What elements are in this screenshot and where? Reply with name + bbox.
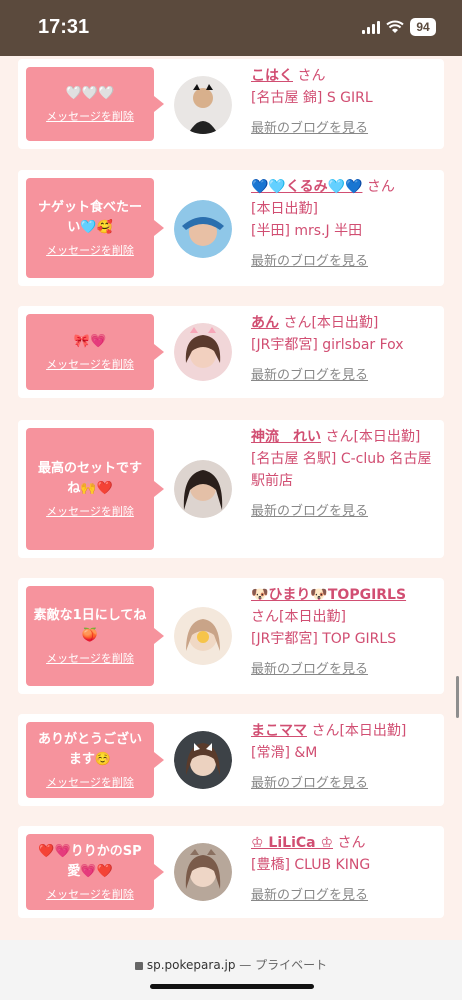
profile-info: ♔ LiLiCa ♔ さん [豊橋] CLUB KING 最新のブログを見る [251, 832, 437, 903]
latest-blog-link[interactable]: 最新のブログを見る [251, 250, 368, 269]
message-text: ❤️💗りりかのSP愛💗❤️ [38, 844, 142, 879]
status-bar: 17:31 94 [0, 0, 462, 56]
latest-blog-link[interactable]: 最新のブログを見る [251, 500, 368, 519]
honorific: さん [311, 723, 340, 739]
shop-area: [豊橋] CLUB KING [251, 857, 371, 873]
honorific: さん [366, 179, 395, 195]
profile-info: 🐶ひまり🐶TOPGIRLS さん[本日出勤] [JR宇都宮] TOP GIRLS… [251, 584, 437, 677]
message-text: 🤍🤍🤍 [65, 86, 115, 101]
today-badge: [本日出勤] [279, 609, 346, 625]
message-text: 🎀💗 [73, 334, 107, 349]
today-badge: [本日出勤] [339, 723, 407, 739]
message-text: 最高のセットですね🙌❤️ [37, 461, 142, 496]
shop-area: [JR宇都宮] girlsbar Fox [251, 337, 404, 353]
message-card: 🤍🤍🤍 メッセージを削除 こはく さん [名古屋 錦] S GIRL 最新のブロ… [18, 59, 444, 149]
address-bar[interactable]: sp.pokepara.jp — プライベート [0, 956, 462, 973]
honorific: さん [297, 68, 326, 84]
message-card: 最高のセットですね🙌❤️ メッセージを削除 神流 れい さん[本日出勤] [名古… [18, 420, 444, 558]
message-card: 🎀💗 メッセージを削除 あん さん[本日出勤] [JR宇都宮] girlsbar… [18, 306, 444, 398]
avatar[interactable] [174, 843, 232, 901]
latest-blog-link[interactable]: 最新のブログを見る [251, 364, 368, 383]
avatar[interactable] [174, 607, 232, 665]
message-bubble: 🤍🤍🤍 メッセージを削除 [26, 67, 164, 141]
avatar[interactable] [174, 76, 232, 134]
delete-message-link[interactable]: メッセージを削除 [46, 242, 134, 258]
domain-text: sp.pokepara.jp [146, 958, 236, 972]
signal-icon [362, 20, 380, 34]
today-badge: [本日出勤] [353, 429, 421, 445]
latest-blog-link[interactable]: 最新のブログを見る [251, 772, 368, 791]
profile-info: あん さん[本日出勤] [JR宇都宮] girlsbar Fox 最新のブログを… [251, 312, 437, 383]
today-badge: [本日出勤] [311, 315, 379, 331]
delete-message-link[interactable]: メッセージを削除 [46, 774, 134, 790]
message-bubble: 素敵な1日にしてね🍑 メッセージを削除 [26, 586, 164, 686]
profile-name-link[interactable]: あん [251, 315, 279, 331]
avatar[interactable] [174, 731, 232, 789]
status-icons: 94 [362, 18, 436, 36]
message-card: ナゲット食べたーい🩵🥰 メッセージを削除 💙🩵くるみ🩵💙 さん [本日出勤] [… [18, 170, 444, 286]
shop-area: [名古屋 名駅] C-club 名古屋駅前店 [251, 451, 432, 489]
profile-info: 💙🩵くるみ🩵💙 さん [本日出勤] [半田] mrs.J 半田 最新のブログを見… [251, 176, 437, 269]
message-bubble: ありがとうございます☺️ メッセージを削除 [26, 722, 164, 798]
message-text: ありがとうございます☺️ [37, 732, 142, 767]
message-bubble: 🎀💗 メッセージを削除 [26, 314, 164, 390]
status-time: 17:31 [38, 16, 90, 38]
profile-info: まこママ さん[本日出勤] [常滑] &M 最新のブログを見る [251, 720, 437, 791]
message-text: 素敵な1日にしてね🍑 [33, 608, 147, 643]
honorific: さん [337, 835, 366, 851]
shop-area: [JR宇都宮] TOP GIRLS [251, 631, 397, 647]
delete-message-link[interactable]: メッセージを削除 [46, 650, 134, 666]
profile-name-link[interactable]: 🐶ひまり🐶TOPGIRLS [251, 587, 406, 603]
separator: — [239, 958, 252, 972]
shop-area: [半田] mrs.J 半田 [251, 223, 363, 239]
honorific: さん [283, 315, 312, 331]
honorific: さん [325, 429, 354, 445]
latest-blog-link[interactable]: 最新のブログを見る [251, 884, 368, 903]
shop-area: [常滑] &M [251, 745, 318, 761]
profile-name-link[interactable]: ♔ LiLiCa ♔ [251, 835, 333, 851]
message-card: 素敵な1日にしてね🍑 メッセージを削除 🐶ひまり🐶TOPGIRLS さん[本日出… [18, 578, 444, 694]
today-badge: [本日出勤] [251, 201, 318, 217]
delete-message-link[interactable]: メッセージを削除 [46, 108, 134, 124]
browser-bottom-bar: sp.pokepara.jp — プライベート [0, 940, 462, 1000]
avatar[interactable] [174, 323, 232, 381]
message-bubble: ❤️💗りりかのSP愛💗❤️ メッセージを削除 [26, 834, 164, 910]
message-card: ❤️💗りりかのSP愛💗❤️ メッセージを削除 ♔ LiLiCa ♔ さん [豊橋… [18, 826, 444, 918]
wifi-icon [386, 20, 404, 33]
lock-icon [134, 962, 143, 970]
latest-blog-link[interactable]: 最新のブログを見る [251, 658, 368, 677]
profile-name-link[interactable]: こはく [251, 68, 293, 84]
battery-icon: 94 [410, 18, 436, 36]
delete-message-link[interactable]: メッセージを削除 [46, 503, 134, 519]
avatar[interactable] [174, 460, 232, 518]
latest-blog-link[interactable]: 最新のブログを見る [251, 117, 368, 136]
message-bubble: 最高のセットですね🙌❤️ メッセージを削除 [26, 428, 164, 550]
home-indicator[interactable] [150, 984, 314, 989]
profile-info: こはく さん [名古屋 錦] S GIRL 最新のブログを見る [251, 65, 437, 136]
message-bubble: ナゲット食べたーい🩵🥰 メッセージを削除 [26, 178, 164, 278]
profile-name-link[interactable]: 神流 れい [251, 429, 321, 445]
shop-area: [名古屋 錦] S GIRL [251, 90, 373, 106]
message-text: ナゲット食べたーい🩵🥰 [37, 200, 142, 235]
scrollbar[interactable] [456, 676, 459, 718]
message-card: ありがとうございます☺️ メッセージを削除 まこママ さん[本日出勤] [常滑]… [18, 714, 444, 806]
honorific: さん [251, 609, 279, 625]
profile-info: 神流 れい さん[本日出勤] [名古屋 名駅] C-club 名古屋駅前店 最新… [251, 426, 437, 519]
delete-message-link[interactable]: メッセージを削除 [46, 886, 134, 902]
avatar[interactable] [174, 200, 232, 258]
private-mode-label: プライベート [255, 958, 328, 972]
delete-message-link[interactable]: メッセージを削除 [46, 356, 134, 372]
profile-name-link[interactable]: まこママ [251, 723, 307, 739]
profile-name-link[interactable]: 💙🩵くるみ🩵💙 [251, 179, 362, 195]
